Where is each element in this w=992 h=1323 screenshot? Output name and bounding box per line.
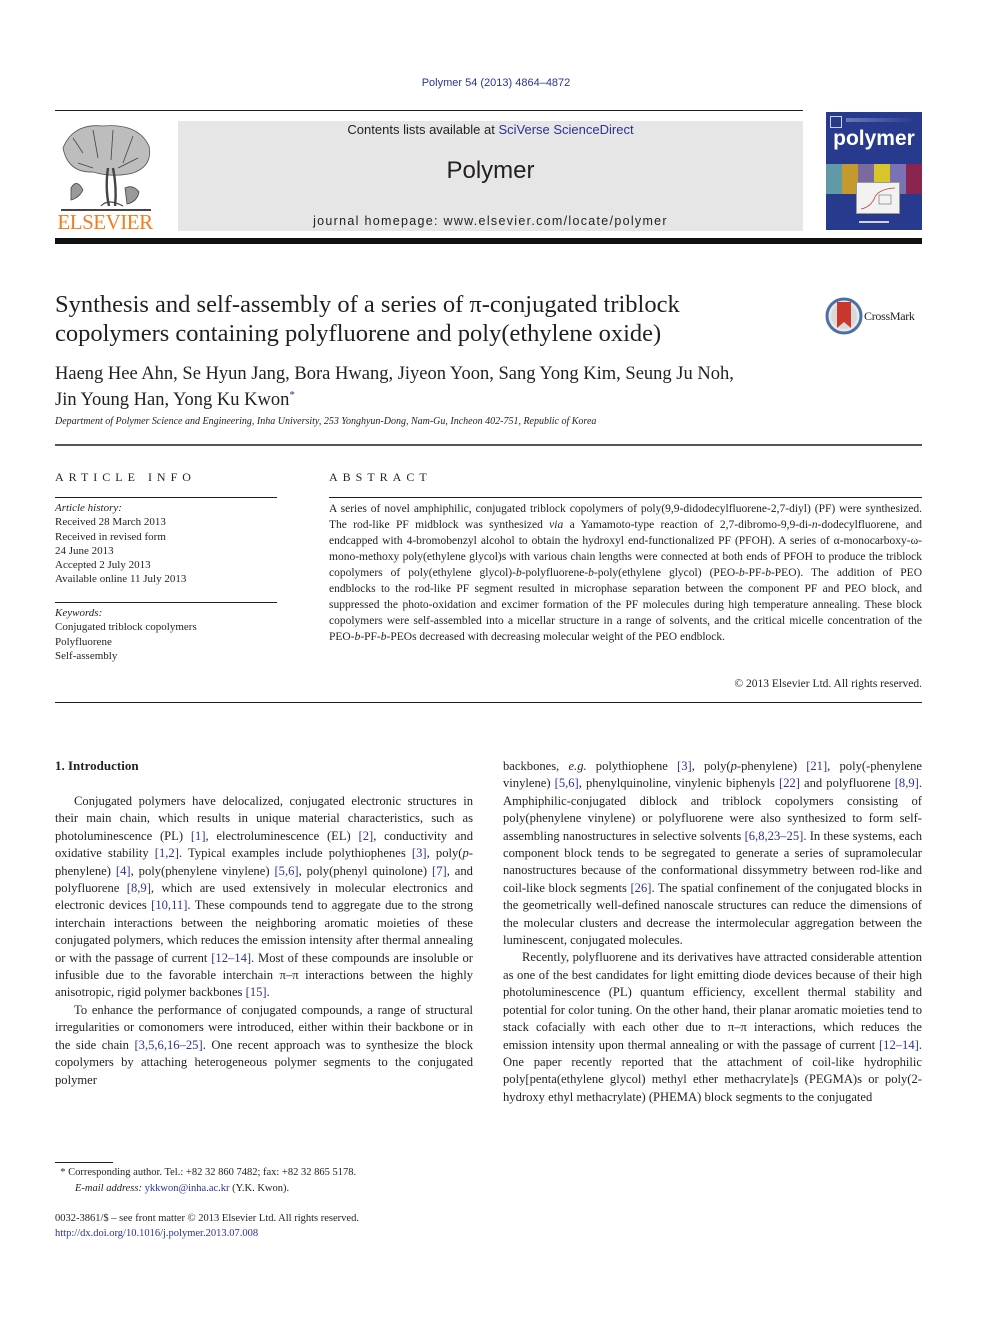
cover-title: polymer — [833, 127, 915, 150]
cover-stripe — [846, 118, 916, 122]
abstract-bottom-rule — [55, 702, 922, 703]
italic-term: b — [765, 567, 771, 579]
email-label: E-mail address: — [75, 1182, 145, 1194]
italic-term: b — [380, 631, 387, 643]
keywords-rule — [55, 602, 277, 603]
paragraph: backbones, e.g. polythiophene [3], poly(… — [503, 759, 923, 948]
abstract-rule — [329, 497, 922, 498]
italic-term: e.g. — [568, 759, 587, 773]
doi-link[interactable]: http://dx.doi.org/10.1016/j.polymer.2013… — [55, 1226, 359, 1241]
article-history: Article history: Received 28 March 2013 … — [55, 501, 277, 587]
citation-link[interactable]: [12–14] — [211, 951, 251, 965]
citation-link[interactable]: [5,6] — [555, 776, 579, 790]
paragraph: To enhance the performance of conjugated… — [55, 1002, 473, 1087]
italic-term: b — [354, 631, 361, 643]
citation-link[interactable]: [8,9] — [127, 881, 151, 895]
keyword: Polyfluorene — [55, 635, 112, 648]
corresponding-author-note: * Corresponding author. Tel.: +82 32 860… — [55, 1165, 356, 1181]
journal-name: Polymer — [446, 157, 535, 184]
footnote: * Corresponding author. Tel.: +82 32 860… — [55, 1165, 356, 1196]
italic-term: p — [730, 759, 737, 773]
authors-line-2-text: Jin Young Han, Yong Ku Kwon — [55, 390, 290, 411]
italic-term: via — [549, 519, 564, 531]
paragraph: Conjugated polymers have delocalized, co… — [55, 794, 474, 1000]
header-thick-rule — [55, 238, 922, 244]
cover-figure-inset — [856, 182, 900, 214]
history-label: Article history: — [55, 502, 122, 514]
header-rule — [55, 110, 803, 111]
journal-citation-link[interactable]: Polymer 54 (2013) 4864–4872 — [0, 77, 992, 89]
citation-link[interactable]: [3] — [412, 846, 427, 860]
affiliation: Department of Polymer Science and Engine… — [55, 416, 597, 427]
keywords-label: Keywords: — [55, 607, 103, 619]
section-heading-introduction: 1. Introduction — [55, 758, 139, 773]
italic-term: b — [515, 567, 522, 579]
history-item: Accepted 2 July 2013 — [55, 559, 151, 572]
history-item: Received in revised form — [55, 530, 166, 543]
article-title: Synthesis and self-assembly of a series … — [55, 290, 775, 348]
journal-homepage[interactable]: journal homepage: www.elsevier.com/locat… — [178, 214, 803, 228]
keywords: Keywords: Conjugated triblock copolymers… — [55, 606, 277, 663]
article-info-rule — [55, 497, 277, 498]
citation-link[interactable]: [3] — [677, 759, 692, 773]
footnote-rule — [55, 1162, 113, 1163]
email-suffix: (Y.K. Kwon). — [229, 1182, 290, 1194]
journal-cover-image: polymer — [826, 112, 922, 230]
abstract-copyright: © 2013 Elsevier Ltd. All rights reserved… — [734, 678, 922, 690]
sciencedirect-link[interactable]: SciVerse ScienceDirect — [498, 122, 633, 137]
abstract-body: A series of novel amphiphilic, conjugate… — [329, 503, 922, 643]
citation-link[interactable]: [1] — [191, 829, 206, 843]
italic-term: n — [811, 519, 818, 531]
citation-link[interactable]: [2] — [359, 829, 374, 843]
affiliation-rule — [55, 444, 922, 446]
title-line-2: copolymers containing polyfluorene and p… — [55, 320, 662, 347]
cover-editor-line — [859, 221, 889, 223]
article-info-heading: ARTICLE INFO — [55, 470, 196, 484]
citation-link[interactable]: [22] — [779, 776, 800, 790]
title-line-1: Synthesis and self-assembly of a series … — [55, 291, 680, 318]
citation-link[interactable]: [7] — [432, 864, 447, 878]
corresponding-text: Corresponding author. Tel.: +82 32 860 7… — [65, 1167, 357, 1178]
citation-link[interactable]: [10,11] — [151, 898, 187, 912]
keyword: Self-assembly — [55, 649, 118, 662]
italic-term: b — [738, 567, 745, 579]
italic-term: p — [462, 846, 469, 861]
citation-link[interactable]: [8,9] — [895, 776, 919, 790]
citation-link[interactable]: [26] — [630, 881, 651, 895]
citation-link[interactable]: [15] — [246, 985, 267, 999]
elsevier-wordmark: ELSEVIER — [57, 210, 153, 234]
paragraph: Recently, polyfluorene and its derivativ… — [503, 950, 922, 1104]
keyword: Conjugated triblock copolymers — [55, 621, 197, 634]
italic-term: b — [588, 567, 594, 579]
author-list: Haeng Hee Ahn, Se Hyun Jang, Bora Hwang,… — [55, 364, 835, 411]
authors-line-2: Jin Young Han, Yong Ku Kwon* — [55, 385, 835, 411]
history-item: Available online 11 July 2013 — [55, 573, 187, 586]
authors-line-1: Haeng Hee Ahn, Se Hyun Jang, Bora Hwang,… — [55, 364, 734, 384]
citation-link[interactable]: [1,2] — [155, 846, 179, 860]
history-item: 24 June 2013 — [55, 544, 114, 557]
corresponding-author-mark[interactable]: * — [289, 389, 295, 401]
body-column-left: Conjugated polymers have delocalized, co… — [55, 793, 473, 1089]
citation-link[interactable]: [6,8,23–25] — [745, 829, 804, 843]
issn-line: 0032-3861/$ – see front matter © 2013 El… — [55, 1213, 359, 1224]
citation-link[interactable]: [5,6] — [274, 864, 298, 878]
citation-link[interactable]: [21] — [806, 759, 827, 773]
history-item: Received 28 March 2013 — [55, 516, 166, 529]
email-note: E-mail address: ykkwon@inha.ac.kr (Y.K. … — [55, 1181, 356, 1197]
body-column-right: backbones, e.g. polythiophene [3], poly(… — [503, 758, 922, 1106]
contents-prefix: Contents lists available at — [347, 122, 499, 137]
citation-link[interactable]: [4] — [116, 864, 131, 878]
crossmark-label[interactable]: CrossMark — [864, 309, 915, 324]
citation-link[interactable]: [12–14] — [879, 1038, 919, 1052]
email-link[interactable]: ykkwon@inha.ac.kr — [145, 1183, 230, 1194]
front-matter: 0032-3861/$ – see front matter © 2013 El… — [55, 1211, 359, 1241]
citation-link[interactable]: [3,5,6,16–25] — [134, 1038, 202, 1052]
abstract-heading: ABSTRACT — [329, 470, 432, 484]
contents-availability: Contents lists available at SciVerse Sci… — [178, 122, 803, 137]
